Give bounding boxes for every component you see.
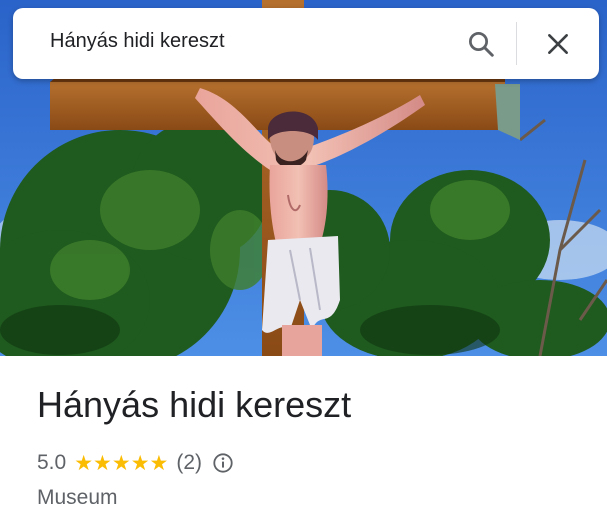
search-button[interactable]	[463, 26, 499, 62]
search-box: Hányás hidi kereszt	[13, 8, 599, 79]
close-icon	[548, 34, 568, 54]
rating-row: 5.0 ★ ★ ★ ★ ★ (2)	[37, 450, 234, 476]
rating-info-button[interactable]	[212, 452, 234, 474]
star-icon: ★	[130, 451, 150, 475]
close-button[interactable]	[540, 26, 576, 62]
star-icon: ★	[111, 451, 131, 475]
info-icon	[213, 453, 233, 473]
rating-value: 5.0	[37, 451, 67, 474]
place-info-panel: Hányás hidi kereszt 5.0 ★ ★ ★ ★ ★ (2) Mu…	[0, 356, 607, 527]
star-rating: ★ ★ ★ ★ ★	[74, 453, 168, 474]
star-icon: ★	[93, 451, 112, 475]
place-title: Hányás hidi kereszt	[37, 384, 352, 425]
search-icon	[469, 32, 494, 57]
search-divider	[516, 22, 517, 65]
star-icon: ★	[74, 451, 94, 475]
star-icon: ★	[149, 451, 169, 475]
review-count-link[interactable]: (2)	[176, 451, 202, 475]
place-category-link[interactable]: Museum	[37, 486, 118, 510]
search-input[interactable]: Hányás hidi kereszt	[50, 30, 225, 53]
